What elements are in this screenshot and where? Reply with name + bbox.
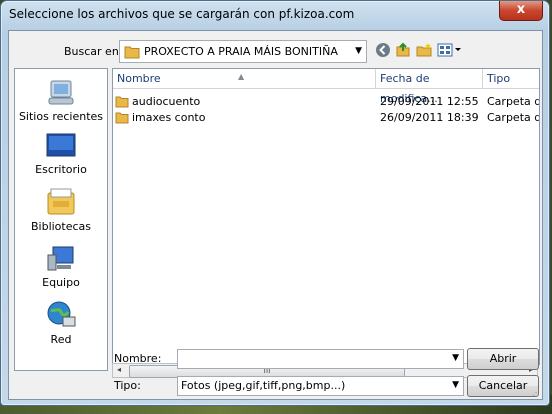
column-header-name[interactable]: Nombre ▲ xyxy=(113,69,376,89)
sort-up-icon: ▲ xyxy=(238,72,245,81)
file-name: audiocuento xyxy=(132,95,201,108)
places-bar: Sitios recientes Escritorio Bibliotecas … xyxy=(14,68,108,371)
place-computer[interactable]: Equipo xyxy=(15,245,107,289)
filename-label: Nombre: xyxy=(114,352,162,365)
title-bar[interactable]: Seleccione los archivos que se cargarán … xyxy=(1,1,549,29)
file-date: 26/09/2011 18:39 xyxy=(380,111,479,124)
list-item[interactable]: audiocuento 29/09/2011 12:55 Carpeta d xyxy=(113,94,539,110)
column-header-date[interactable]: Fecha de modifica... xyxy=(376,69,483,105)
views-menu-icon[interactable] xyxy=(437,42,463,58)
desktop-icon xyxy=(46,133,76,157)
column-label: Tipo xyxy=(487,72,511,85)
open-button[interactable]: Abrir xyxy=(467,348,539,370)
lookin-dropdown[interactable]: PROXECTO A PRAIA MÁIS BONITIÑA ▼ xyxy=(119,40,367,63)
lookin-label: Buscar en: xyxy=(64,45,123,58)
lookin-value: PROXECTO A PRAIA MÁIS BONITIÑA xyxy=(144,45,338,58)
file-open-dialog: Seleccione los archivos que se cargarán … xyxy=(0,0,550,406)
dialog-body: Buscar en: PROXECTO A PRAIA MÁIS BONITIÑ… xyxy=(8,30,543,400)
file-type: Carpeta d xyxy=(487,95,540,108)
close-icon: x xyxy=(516,2,526,17)
list-item[interactable]: imaxes conto 26/09/2011 18:39 Carpeta d xyxy=(113,110,539,126)
chevron-down-icon: ▼ xyxy=(452,380,459,390)
filetype-label: Tipo: xyxy=(114,379,141,392)
place-label: Bibliotecas xyxy=(30,220,92,233)
place-label: Red xyxy=(50,333,72,346)
open-label: Abrir xyxy=(489,352,517,365)
chevron-down-icon: ▼ xyxy=(355,46,362,56)
resize-grip-icon[interactable]: ⋰ xyxy=(532,388,540,397)
column-label: Nombre xyxy=(117,72,161,85)
network-icon xyxy=(47,301,76,327)
place-label: Equipo xyxy=(42,276,80,289)
place-desktop[interactable]: Escritorio xyxy=(15,132,107,176)
folder-icon xyxy=(115,96,129,108)
dialog-title: Seleccione los archivos que se cargarán … xyxy=(9,7,355,21)
place-label: Sitios recientes xyxy=(18,110,104,123)
cancel-button[interactable]: Cancelar xyxy=(467,375,539,397)
file-type: Carpeta d xyxy=(487,111,540,124)
column-header-type[interactable]: Tipo xyxy=(483,69,539,89)
back-icon[interactable] xyxy=(374,42,392,58)
close-button[interactable]: x xyxy=(499,1,543,21)
file-name: imaxes conto xyxy=(132,111,206,124)
filetype-select[interactable]: Fotos (jpeg,gif,tiff,png,bmp...) ▼ xyxy=(177,376,464,396)
place-label: Escritorio xyxy=(35,163,87,176)
folder-icon xyxy=(115,112,129,124)
folder-icon xyxy=(124,46,140,59)
scroll-left-icon[interactable]: ◂ xyxy=(117,365,121,374)
chevron-down-icon: ▼ xyxy=(452,353,459,363)
recent-places-icon xyxy=(48,80,74,105)
cancel-label: Cancelar xyxy=(478,379,528,392)
filename-field[interactable]: ▼ xyxy=(177,349,464,369)
file-list[interactable]: Nombre ▲ Fecha de modifica... Tipo audio… xyxy=(112,68,540,365)
up-folder-icon[interactable] xyxy=(394,42,412,58)
filetype-value: Fotos (jpeg,gif,tiff,png,bmp...) xyxy=(181,379,346,392)
file-date: 29/09/2011 12:55 xyxy=(380,95,479,108)
computer-icon xyxy=(47,246,74,271)
place-libraries[interactable]: Bibliotecas xyxy=(15,187,107,233)
new-folder-icon[interactable] xyxy=(415,42,433,58)
place-recent[interactable]: Sitios recientes xyxy=(15,77,107,123)
place-network[interactable]: Red xyxy=(15,300,107,346)
libraries-icon xyxy=(47,188,75,215)
